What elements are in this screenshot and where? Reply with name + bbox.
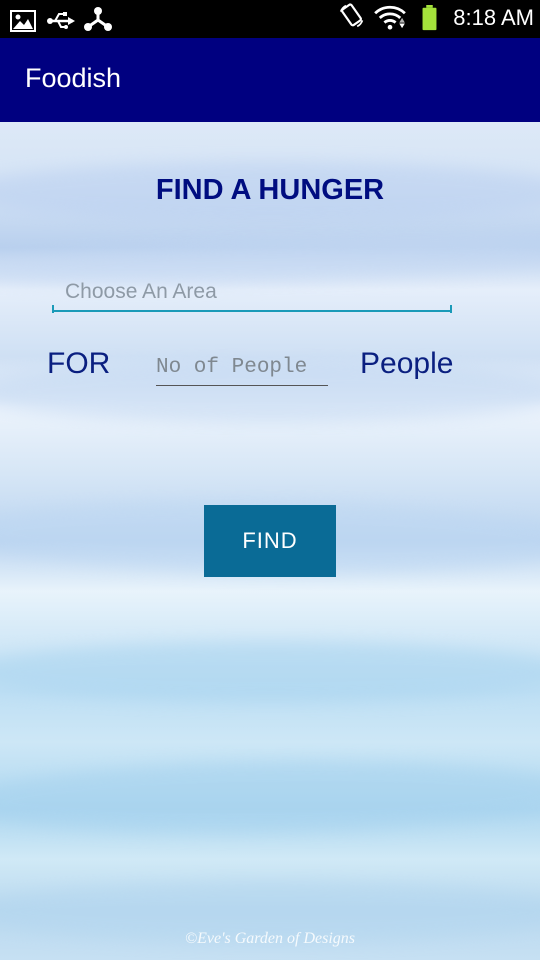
rotate-icon	[339, 3, 364, 28]
share-icon	[84, 7, 112, 31]
wifi-icon	[374, 5, 406, 30]
watermark: ©Eve's Garden of Designs	[184, 930, 356, 947]
usb-icon	[47, 12, 75, 29]
input-underline-tick	[52, 305, 54, 313]
wash-stroke	[0, 642, 540, 702]
app-title: Foodish	[25, 63, 122, 93]
image-icon	[10, 10, 36, 32]
battery-icon	[422, 5, 437, 31]
people-label: People	[360, 347, 454, 380]
area-input[interactable]	[52, 274, 452, 312]
app-bar: Foodish	[0, 38, 540, 122]
page-heading: FIND A HUNGER	[155, 174, 385, 206]
for-label: FOR	[47, 347, 111, 380]
wash-stroke	[0, 756, 540, 838]
input-underline-tick	[450, 305, 452, 313]
status-bar: 8:18 AM	[0, 0, 540, 38]
find-button[interactable]: FIND	[204, 505, 336, 577]
app-screen: 8:18 AM Foodish FIND A HUNGER FOR People…	[0, 0, 540, 960]
status-time: 8:18 AM	[453, 5, 534, 30]
people-count-input[interactable]	[156, 350, 328, 386]
